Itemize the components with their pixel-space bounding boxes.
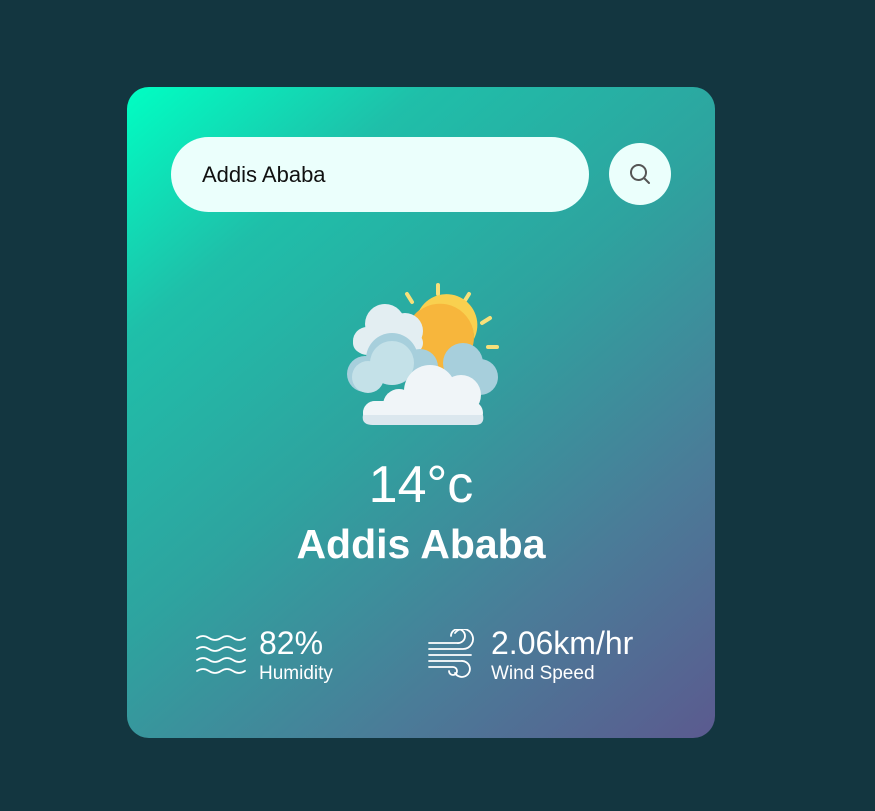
humidity-icon bbox=[196, 635, 246, 674]
humidity-value: 82% bbox=[259, 625, 324, 661]
partly-cloudy-icon bbox=[347, 283, 499, 425]
city-name: Addis Ababa bbox=[296, 521, 546, 567]
humidity-section: 82% Humidity bbox=[195, 627, 333, 683]
wind-label: Wind Speed bbox=[491, 663, 595, 684]
search-icon bbox=[630, 164, 650, 184]
wind-icon bbox=[428, 629, 474, 678]
temperature: 14°c bbox=[368, 456, 474, 514]
humidity-label: Humidity bbox=[259, 663, 333, 684]
search-button[interactable] bbox=[609, 143, 671, 205]
wind-value: 2.06km/hr bbox=[491, 625, 634, 661]
weather-card: 14°c Addis Ababa 82% Humidity bbox=[127, 87, 715, 738]
search-input[interactable] bbox=[171, 137, 589, 212]
wind-section: 2.06km/hr Wind Speed bbox=[427, 627, 633, 683]
